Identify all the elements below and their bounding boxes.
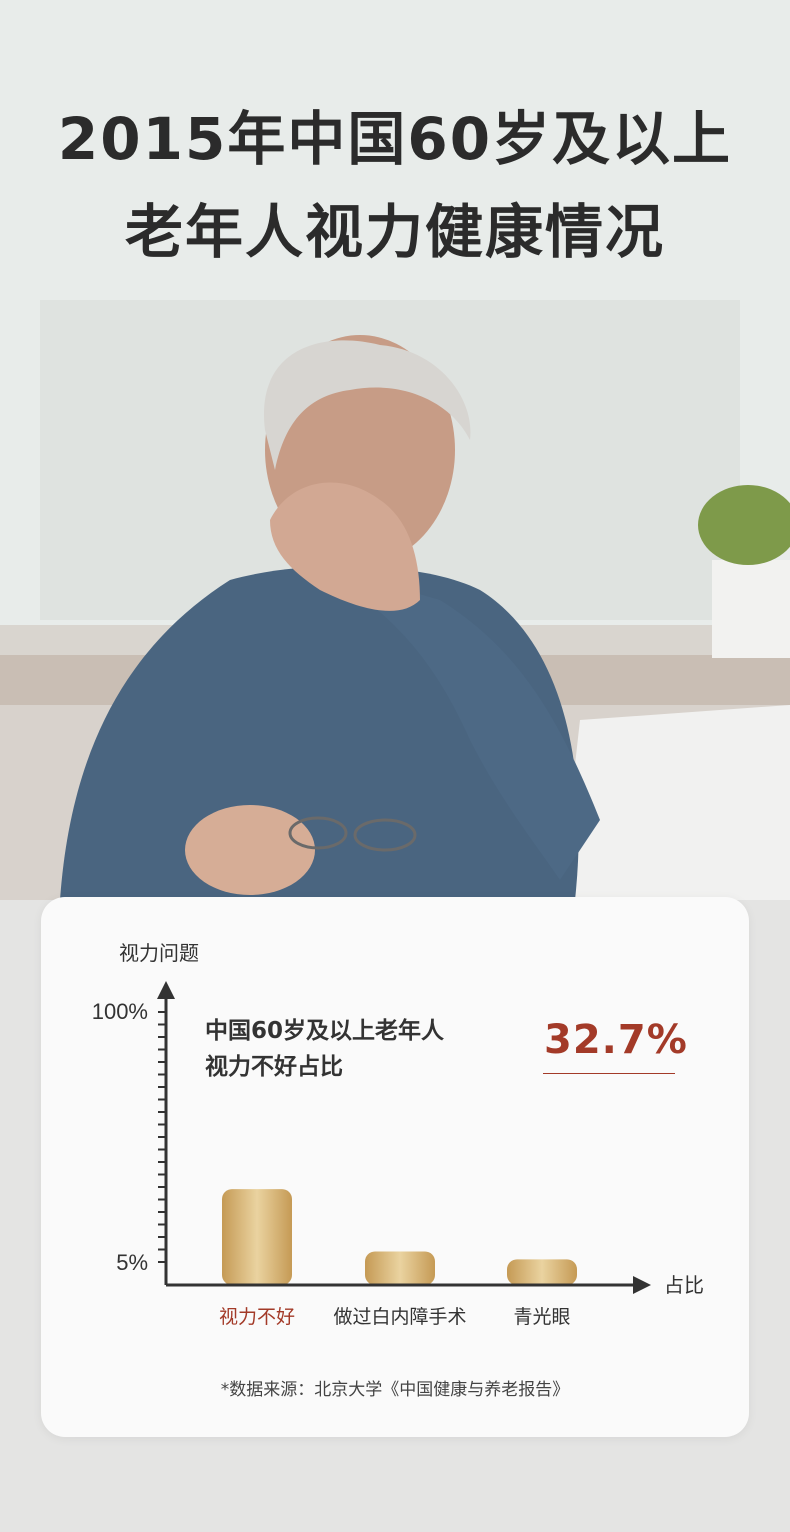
annotation-line2: 视力不好占比 [205,1054,343,1080]
category-label-2: 做过白内障手术 [333,1306,466,1328]
y-axis-title: 视力问题 [119,941,199,965]
chart-card: 100% 5% 占比 视力不好 做过白内障手术 青光眼 视力问题 中国60岁及以上老… [41,897,749,1437]
page-title-line1: 2015年中国60岁及以上 [57,105,733,173]
bar-3 [507,1259,577,1285]
annotation-value: 32.7% [544,1017,688,1063]
x-axis-arrow [633,1276,651,1294]
x-axis-label: 占比 [664,1273,704,1297]
bar-2 [365,1251,435,1285]
page-title-line2: 老年人视力健康情况 [124,198,665,266]
annotation-line1: 中国60岁及以上老年人 [205,1018,445,1044]
y-tick-label-top: 100% [92,999,148,1024]
chart-annotation: 中国60岁及以上老年人 视力不好占比 [205,1013,444,1085]
data-source-note: *数据来源：北京大学《中国健康与养老报告》 [220,1380,570,1400]
bar-chart: 100% 5% 占比 视力不好 做过白内障手术 青光眼 [92,981,704,1328]
chart-bars [222,1189,577,1285]
category-label-3: 青光眼 [513,1306,570,1328]
category-labels: 视力不好 做过白内障手术 青光眼 [219,1306,571,1328]
y-axis-ticks [158,1011,166,1263]
y-tick-label-bottom: 5% [116,1250,148,1275]
category-label-1: 视力不好 [219,1306,295,1328]
bar-1 [222,1189,292,1285]
y-axis-arrow [157,981,175,999]
annotation-underline [543,1073,675,1074]
